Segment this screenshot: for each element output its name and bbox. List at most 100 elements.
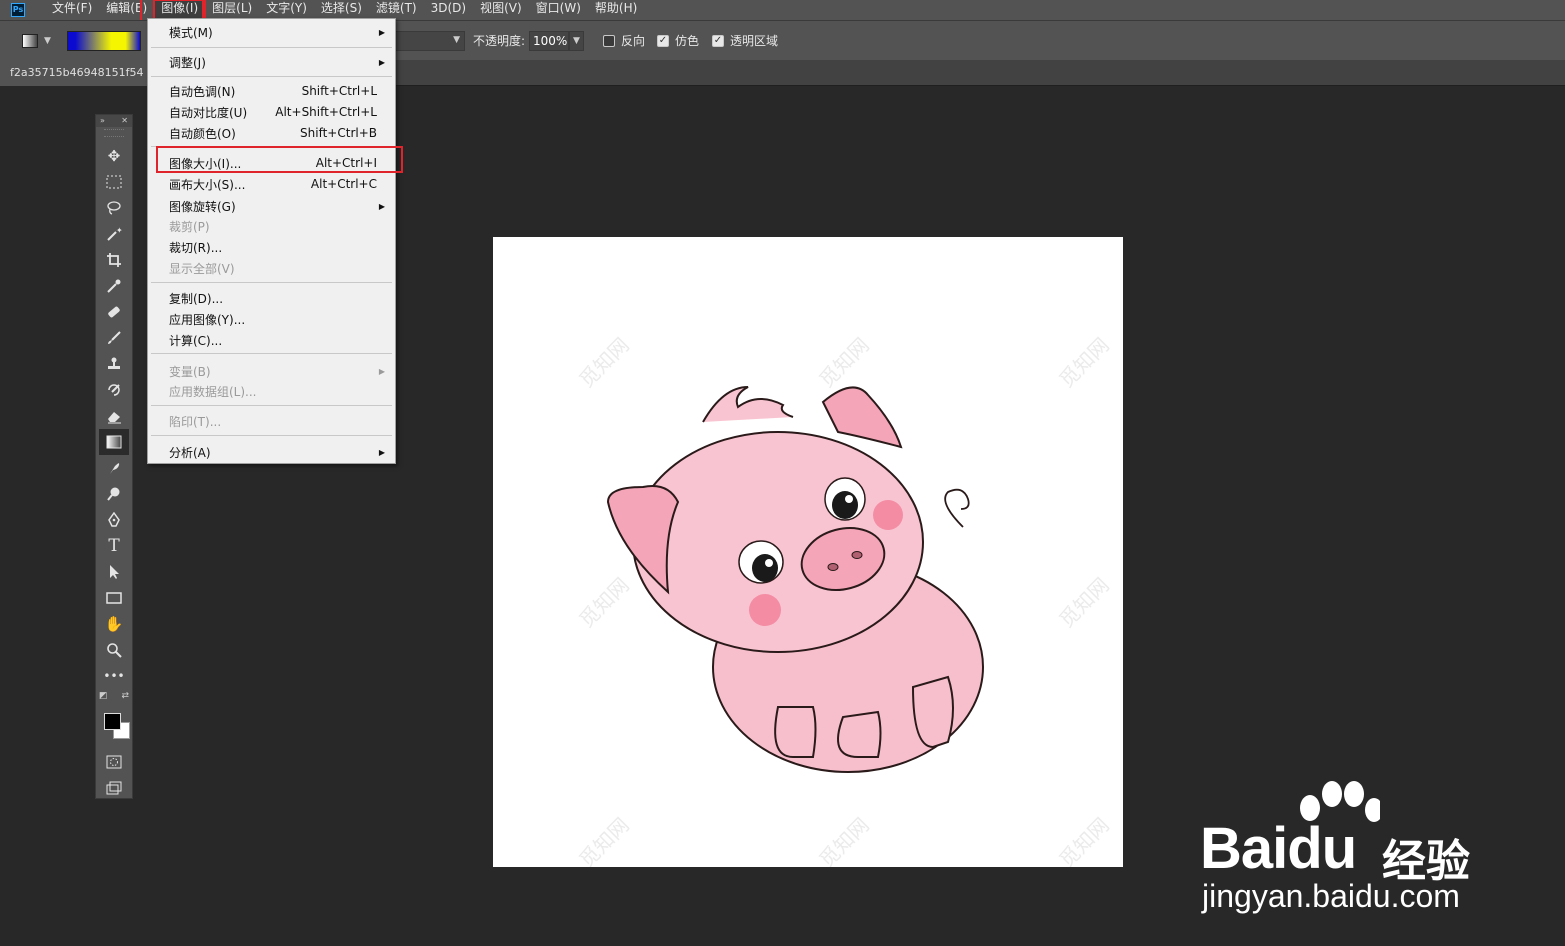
gradient-icon[interactable] [99,429,129,455]
menu-item-label: 裁切(R)... [169,240,223,255]
submenu-arrow-icon: ▶ [378,201,385,211]
menu-item-reveal-all: 显示全部(V) [148,258,395,278]
document-tab[interactable]: f2a35715b46948151f54 [0,60,152,86]
menu-item-adjustments[interactable]: 调整(J) ▶ [148,52,395,72]
menu-item-calculations[interactable]: 计算(C)... [148,330,395,350]
menu-separator [151,435,392,436]
baidu-brand: Bai [1200,816,1288,881]
type-icon[interactable]: T [99,533,129,559]
quick-mask-icon[interactable] [99,749,129,775]
menu-item-shortcut: Alt+Shift+Ctrl+L [275,105,377,119]
collapse-icon[interactable]: » [100,115,105,127]
move-icon[interactable]: ✥ [99,143,129,169]
dodge-icon[interactable] [99,481,129,507]
brush-icon[interactable] [99,325,129,351]
eyedropper-icon[interactable] [99,273,129,299]
gradient-editor-swatch[interactable] [66,30,141,51]
reverse-checkbox[interactable]: 反向 [603,32,645,49]
menu-item-shortcut: Alt+Ctrl+C [310,177,377,191]
tools-panel: » ✕ ✥ ✦ T ✋ ••• ◩ ⇄ [95,114,133,799]
menu-item-label: 应用数据组(L)... [169,384,257,399]
menu-select[interactable]: 选择(S) [314,0,369,20]
menu-item-shortcut: Shift+Ctrl+B [300,126,377,140]
menu-view[interactable]: 视图(V) [473,0,529,20]
swap-colors-icon[interactable]: ⇄ [121,691,129,703]
menu-separator [151,76,392,77]
menu-separator [151,146,392,147]
tools-panel-header[interactable]: » ✕ [96,115,132,127]
magic-wand-icon[interactable]: ✦ [99,221,129,247]
menu-item-label: 变量(B) [169,364,211,379]
blur-icon[interactable] [99,455,129,481]
menu-item-label: 分析(A) [169,445,211,460]
menu-separator [151,282,392,283]
clone-stamp-icon[interactable] [99,351,129,377]
menu-3d[interactable]: 3D(D) [424,0,473,20]
menu-item-image-size[interactable]: 图像大小(I)... Alt+Ctrl+I [148,153,395,173]
menu-item-label: 应用图像(Y)... [169,312,246,327]
more-tools-icon[interactable]: ••• [99,663,129,689]
menu-item-auto-color[interactable]: 自动颜色(O) Shift+Ctrl+B [148,123,395,143]
blend-mode-select[interactable]: ▼ [395,30,465,51]
menu-item-label: 自动对比度(U) [169,105,248,120]
menu-item-auto-tone[interactable]: 自动色调(N) Shift+Ctrl+L [148,81,395,101]
eraser-icon[interactable] [99,403,129,429]
menu-item-apply-dataset: 应用数据组(L)... [148,381,395,401]
menu-window[interactable]: 窗口(W) [529,0,588,20]
rectangle-icon[interactable] [99,585,129,611]
chevron-down-icon[interactable]: ▼ [44,36,51,46]
marquee-icon[interactable] [99,169,129,195]
opacity-input[interactable]: 100% [529,30,569,51]
baidu-url-text: jingyan.baidu.com [1202,878,1460,914]
dither-checkbox[interactable]: ✓ 仿色 [657,32,699,49]
menu-image[interactable]: 图像(I) [140,0,207,24]
transparency-label: 透明区域 [730,34,779,48]
menu-layer[interactable]: 图层(L) [205,0,259,20]
document-canvas[interactable]: 觅知网 觅知网 觅知网 觅知网 觅知网 觅知网 觅知网 觅知网 觅知网 [493,237,1123,867]
close-icon[interactable]: ✕ [121,115,128,127]
menu-item-mode[interactable]: 模式(M) ▶ [148,22,395,42]
lasso-icon[interactable] [99,195,129,221]
menu-item-analysis[interactable]: 分析(A) ▶ [148,442,395,462]
foreground-color-swatch[interactable] [104,713,121,730]
path-selection-icon[interactable] [99,559,129,585]
opacity-label: 不透明度: [473,34,526,48]
menu-item-canvas-size[interactable]: 画布大小(S)... Alt+Ctrl+C [148,174,395,194]
default-colors-icon[interactable]: ◩ [99,691,108,703]
healing-brush-icon[interactable] [99,299,129,325]
baidu-jingyan-watermark: Baidu 经验 jingyan.baidu.com [1200,780,1500,920]
svg-text:✦: ✦ [116,226,122,235]
menu-bar: Ps 文件(F) 编辑(E) 图像(I) 图层(L) 文字(Y) 选择(S) 滤… [0,0,1565,24]
menu-filter[interactable]: 滤镜(T) [369,0,424,20]
history-brush-icon[interactable] [99,377,129,403]
menu-type[interactable]: 文字(Y) [259,0,314,20]
ps-logo-icon[interactable]: Ps [11,3,25,17]
screen-mode-icon[interactable] [99,775,129,801]
menu-separator [151,353,392,354]
submenu-arrow-icon: ▶ [378,57,385,67]
color-swatch-controls: ◩ ⇄ [99,691,129,703]
menu-item-duplicate[interactable]: 复制(D)... [148,288,395,308]
checkbox-icon [603,34,615,47]
crop-icon[interactable] [99,247,129,273]
menu-item-auto-contrast[interactable]: 自动对比度(U) Alt+Shift+Ctrl+L [148,102,395,122]
opacity-dropdown-button[interactable]: ▼ [569,30,584,51]
menu-edit[interactable]: 编辑(E) [99,0,154,20]
pig-illustration [606,386,984,773]
panel-grip[interactable] [104,129,124,137]
menu-item-trim[interactable]: 裁切(R)... [148,237,395,257]
zoom-icon[interactable] [99,637,129,663]
menu-item-trap: 陷印(T)... [148,411,395,431]
menu-item-label: 计算(C)... [169,333,223,348]
hand-icon[interactable]: ✋ [99,611,129,637]
menu-help[interactable]: 帮助(H) [588,0,644,20]
menu-item-variables: 变量(B) ▶ [148,361,395,381]
menu-item-image-rotation[interactable]: 图像旋转(G) ▶ [148,196,395,216]
menu-item-label: 调整(J) [169,55,206,70]
menu-item-label: 复制(D)... [169,291,224,306]
pen-icon[interactable] [99,507,129,533]
tool-preset-picker[interactable] [22,33,38,48]
menu-file[interactable]: 文件(F) [45,0,99,20]
menu-item-apply-image[interactable]: 应用图像(Y)... [148,309,395,329]
transparency-checkbox[interactable]: ✓ 透明区域 [712,32,778,49]
